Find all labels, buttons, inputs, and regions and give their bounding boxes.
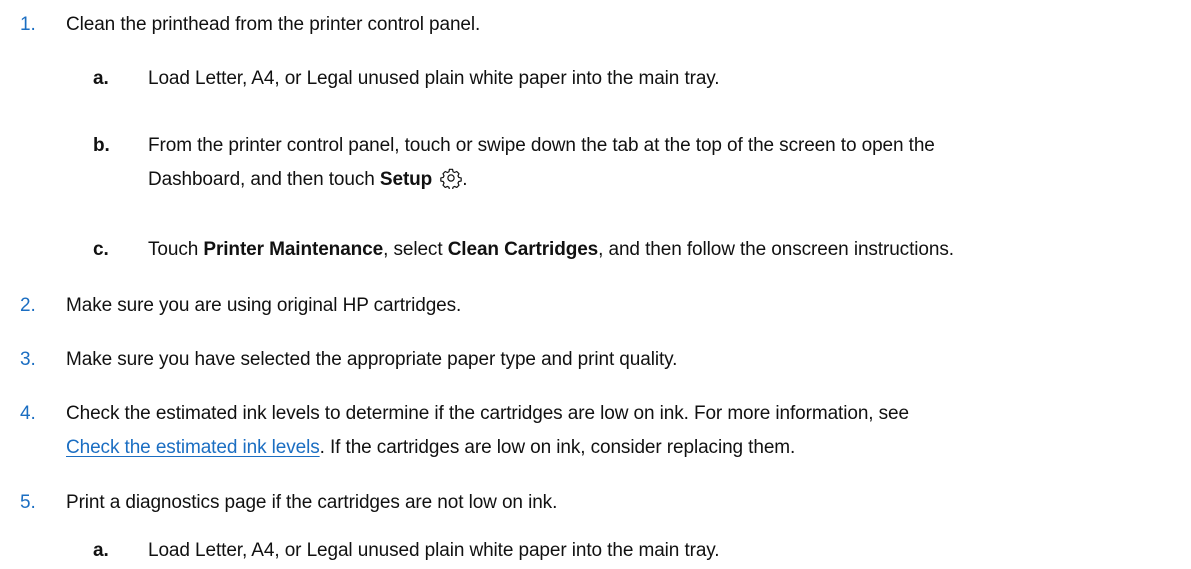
substep-text-plain: . <box>462 169 468 190</box>
step-text: Clean the printhead from the printer con… <box>66 14 481 35</box>
gear-icon <box>440 168 462 189</box>
substep-text-plain: Touch <box>148 239 204 260</box>
substep-text: Load Letter, A4, or Legal unused plain w… <box>148 68 720 89</box>
step-number: 2. <box>20 295 36 316</box>
step-text: Print a diagnostics page if the cartridg… <box>66 492 558 513</box>
substep-text-line1: From the printer control panel, touch or… <box>148 135 935 156</box>
step-number: 3. <box>20 349 36 370</box>
substep-letter: a. <box>93 68 109 89</box>
substep-letter: c. <box>93 239 109 260</box>
substep-text-plain: , and then follow the onscreen instructi… <box>598 239 954 260</box>
step-text: Make sure you have selected the appropri… <box>66 349 678 370</box>
step-text: Make sure you are using original HP cart… <box>66 295 462 316</box>
step-text-plain: . If the cartridges are low on ink, cons… <box>319 437 796 458</box>
step-text-line1: Check the estimated ink levels to determ… <box>66 403 909 424</box>
substep-text-line2: Dashboard, and then touch Setup . <box>148 163 467 196</box>
substep-letter: a. <box>93 540 109 561</box>
step-number: 5. <box>20 492 36 513</box>
substep-text: Load Letter, A4, or Legal unused plain w… <box>148 540 720 561</box>
clean-cartridges-label: Clean Cartridges <box>447 239 599 260</box>
step-number: 4. <box>20 403 36 424</box>
substep-text: Touch Printer Maintenance, select Clean … <box>148 233 954 266</box>
printer-maintenance-label: Printer Maintenance <box>203 239 384 260</box>
setup-label: Setup <box>379 169 433 190</box>
substep-text-plain: Dashboard, and then touch <box>148 169 380 190</box>
substep-letter: b. <box>93 135 110 156</box>
step-text-line2: Check the estimated ink levels. If the c… <box>66 431 795 464</box>
substep-text-plain: , select <box>383 239 448 260</box>
check-ink-levels-link[interactable]: Check the estimated ink levels <box>66 437 320 458</box>
step-number: 1. <box>20 14 36 35</box>
instructions-document: 1. Clean the printhead from the printer … <box>0 0 1191 569</box>
